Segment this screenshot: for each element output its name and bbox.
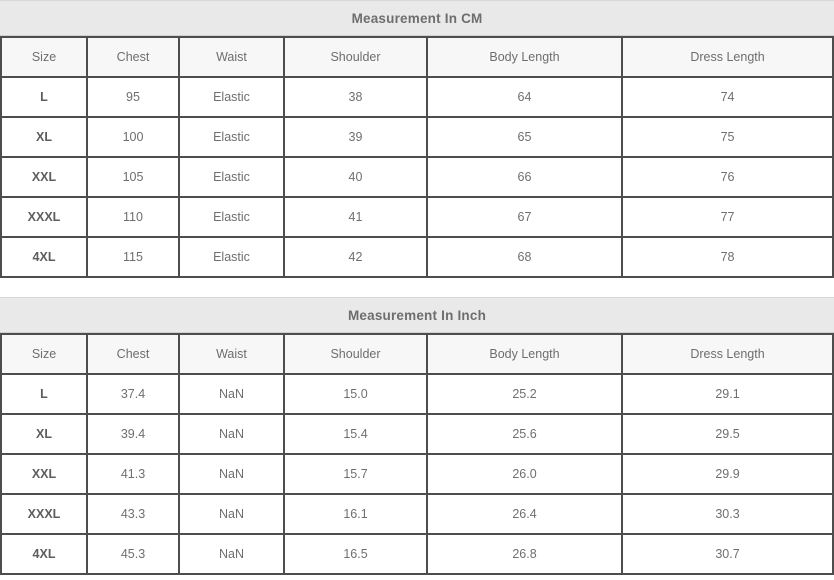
- cell-waist: NaN: [180, 415, 285, 455]
- cell-size: XL: [0, 118, 88, 158]
- cell-body-length: 64: [428, 78, 623, 118]
- cell-body-length: 68: [428, 238, 623, 278]
- measurement-table-cm-block: Measurement In CM Size Chest Waist Shoul…: [0, 0, 834, 278]
- cell-dress-length: 74: [623, 78, 834, 118]
- cell-chest: 105: [88, 158, 180, 198]
- cell-waist: Elastic: [180, 198, 285, 238]
- cell-waist: Elastic: [180, 118, 285, 158]
- cell-chest: 39.4: [88, 415, 180, 455]
- cell-chest: 110: [88, 198, 180, 238]
- cell-dress-length: 75: [623, 118, 834, 158]
- cell-size: L: [0, 375, 88, 415]
- table-row: XL 39.4 NaN 15.4 25.6 29.5: [0, 415, 834, 455]
- table-row: XL 100 Elastic 39 65 75: [0, 118, 834, 158]
- column-header-chest: Chest: [88, 36, 180, 78]
- cell-dress-length: 29.5: [623, 415, 834, 455]
- column-header-shoulder: Shoulder: [285, 36, 428, 78]
- column-header-chest: Chest: [88, 333, 180, 375]
- cell-shoulder: 16.1: [285, 495, 428, 535]
- column-header-dress-length: Dress Length: [623, 36, 834, 78]
- column-header-body-length: Body Length: [428, 333, 623, 375]
- column-header-size: Size: [0, 333, 88, 375]
- cell-dress-length: 29.9: [623, 455, 834, 495]
- cell-dress-length: 29.1: [623, 375, 834, 415]
- cell-chest: 41.3: [88, 455, 180, 495]
- cell-shoulder: 39: [285, 118, 428, 158]
- table-row: XXL 41.3 NaN 15.7 26.0 29.9: [0, 455, 834, 495]
- cell-size: XXL: [0, 158, 88, 198]
- cell-size: XXXL: [0, 495, 88, 535]
- size-chart-page: Measurement In CM Size Chest Waist Shoul…: [0, 0, 834, 580]
- cell-waist: Elastic: [180, 238, 285, 278]
- table-title-cm: Measurement In CM: [0, 0, 834, 36]
- column-header-body-length: Body Length: [428, 36, 623, 78]
- cell-waist: Elastic: [180, 78, 285, 118]
- column-header-size: Size: [0, 36, 88, 78]
- cell-size: XXXL: [0, 198, 88, 238]
- measurement-table-cm: Measurement In CM Size Chest Waist Shoul…: [0, 0, 834, 278]
- cell-body-length: 26.4: [428, 495, 623, 535]
- cell-size: XL: [0, 415, 88, 455]
- table-header-row: Size Chest Waist Shoulder Body Length Dr…: [0, 36, 834, 78]
- column-header-dress-length: Dress Length: [623, 333, 834, 375]
- cell-size: 4XL: [0, 535, 88, 575]
- cell-chest: 100: [88, 118, 180, 158]
- table-row: XXL 105 Elastic 40 66 76: [0, 158, 834, 198]
- cell-shoulder: 15.7: [285, 455, 428, 495]
- table-title-row: Measurement In CM: [0, 0, 834, 36]
- cell-body-length: 66: [428, 158, 623, 198]
- table-row: XXXL 43.3 NaN 16.1 26.4 30.3: [0, 495, 834, 535]
- cell-body-length: 26.0: [428, 455, 623, 495]
- cell-chest: 37.4: [88, 375, 180, 415]
- cell-waist: Elastic: [180, 158, 285, 198]
- table-row: L 37.4 NaN 15.0 25.2 29.1: [0, 375, 834, 415]
- cell-shoulder: 38: [285, 78, 428, 118]
- column-header-shoulder: Shoulder: [285, 333, 428, 375]
- cell-body-length: 25.2: [428, 375, 623, 415]
- table-row: 4XL 45.3 NaN 16.5 26.8 30.7: [0, 535, 834, 575]
- cell-dress-length: 78: [623, 238, 834, 278]
- column-header-waist: Waist: [180, 333, 285, 375]
- table-title-inch: Measurement In Inch: [0, 297, 834, 333]
- cell-waist: NaN: [180, 455, 285, 495]
- cell-shoulder: 15.0: [285, 375, 428, 415]
- table-title-row: Measurement In Inch: [0, 297, 834, 333]
- cell-body-length: 65: [428, 118, 623, 158]
- table-row: L 95 Elastic 38 64 74: [0, 78, 834, 118]
- table-row: 4XL 115 Elastic 42 68 78: [0, 238, 834, 278]
- cell-dress-length: 77: [623, 198, 834, 238]
- cell-body-length: 67: [428, 198, 623, 238]
- cell-body-length: 25.6: [428, 415, 623, 455]
- cell-size: 4XL: [0, 238, 88, 278]
- cell-shoulder: 42: [285, 238, 428, 278]
- cell-dress-length: 30.7: [623, 535, 834, 575]
- cell-body-length: 26.8: [428, 535, 623, 575]
- cell-chest: 115: [88, 238, 180, 278]
- column-header-waist: Waist: [180, 36, 285, 78]
- cell-shoulder: 16.5: [285, 535, 428, 575]
- table-header-row: Size Chest Waist Shoulder Body Length Dr…: [0, 333, 834, 375]
- cell-dress-length: 76: [623, 158, 834, 198]
- cell-chest: 45.3: [88, 535, 180, 575]
- cell-waist: NaN: [180, 495, 285, 535]
- cell-waist: NaN: [180, 375, 285, 415]
- measurement-table-inch: Measurement In Inch Size Chest Waist Sho…: [0, 297, 834, 575]
- cell-size: L: [0, 78, 88, 118]
- cell-chest: 43.3: [88, 495, 180, 535]
- cell-waist: NaN: [180, 535, 285, 575]
- cell-shoulder: 15.4: [285, 415, 428, 455]
- cell-shoulder: 41: [285, 198, 428, 238]
- cell-chest: 95: [88, 78, 180, 118]
- cell-size: XXL: [0, 455, 88, 495]
- cell-shoulder: 40: [285, 158, 428, 198]
- cell-dress-length: 30.3: [623, 495, 834, 535]
- table-row: XXXL 110 Elastic 41 67 77: [0, 198, 834, 238]
- measurement-table-inch-block: Measurement In Inch Size Chest Waist Sho…: [0, 297, 834, 575]
